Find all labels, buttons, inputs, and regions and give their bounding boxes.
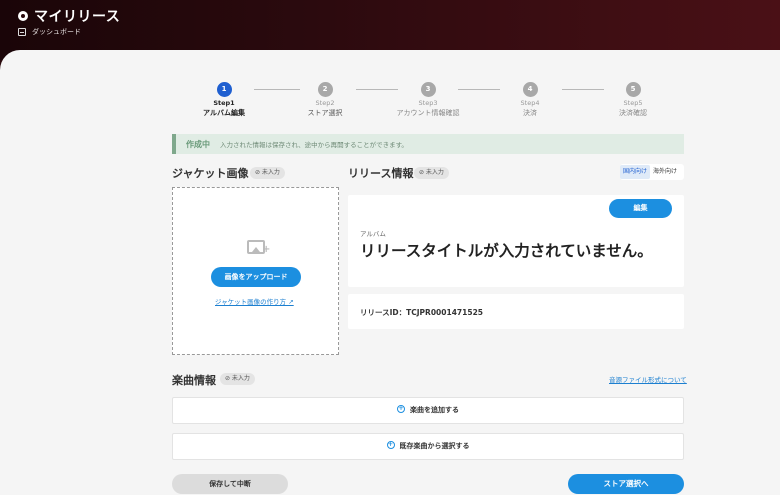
release-id-card: リリースID：TCJPR0001471525 bbox=[348, 294, 684, 329]
album-type-label: アルバム bbox=[360, 230, 386, 238]
step-number: 5 bbox=[625, 82, 641, 97]
toggle-overseas[interactable]: 海外向け bbox=[650, 165, 680, 179]
step-number: 3 bbox=[420, 82, 436, 97]
step-3: 3 Step3 アカウント情報確認 bbox=[393, 82, 463, 118]
jacket-section-title: ジャケット画像 bbox=[172, 167, 249, 180]
save-and-exit-button[interactable]: 保存して中断 bbox=[172, 474, 288, 494]
step-label: ストア選択 bbox=[307, 109, 343, 117]
page-title: マイリリース bbox=[34, 9, 121, 25]
step-number: 4 bbox=[522, 82, 538, 97]
draft-status-banner: 作成中 入力された情報は保存され、途中から再開することができます。 bbox=[172, 134, 684, 154]
tracks-status-badge: ⊘ 未入力 bbox=[220, 373, 255, 385]
step-connector bbox=[458, 89, 500, 90]
step-caption: Step4 bbox=[520, 99, 540, 107]
step-4: 4 Step4 決済 bbox=[495, 82, 565, 118]
dashboard-icon bbox=[18, 28, 26, 36]
edit-button[interactable]: 編集 bbox=[609, 199, 672, 218]
step-label: 決済 bbox=[523, 109, 537, 117]
region-toggle: 国内向け 海外向け bbox=[620, 164, 684, 180]
tracks-section-title: 楽曲情報 bbox=[172, 374, 216, 387]
release-id: リリースID：TCJPR0001471525 bbox=[360, 308, 484, 317]
logo-icon bbox=[18, 11, 28, 21]
step-caption: Step1 bbox=[213, 99, 235, 107]
step-connector bbox=[356, 89, 398, 90]
step-number: 2 bbox=[317, 82, 333, 97]
select-track-label: 既存楽曲から選択する bbox=[399, 442, 470, 450]
release-section-title: リリース情報 bbox=[348, 167, 414, 180]
step-caption: Step3 bbox=[418, 99, 438, 107]
status-badge: 作成中 bbox=[186, 139, 210, 149]
jacket-status-badge: ⊘ 未入力 bbox=[250, 167, 285, 179]
add-image-icon bbox=[247, 240, 270, 255]
album-title: リリースタイトルが入力されていません。 bbox=[360, 242, 653, 260]
app-brand: マイリリース bbox=[18, 6, 120, 26]
step-label: アルバム編集 bbox=[203, 109, 245, 117]
release-status-badge: ⊘ 未入力 bbox=[414, 167, 449, 179]
main-panel: 1 Step1 アルバム編集 2 Step2 ストア選択 3 Step3 アカウ… bbox=[0, 50, 780, 495]
step-number: 1 bbox=[216, 82, 232, 97]
step-label: アカウント情報確認 bbox=[396, 109, 460, 117]
step-label: 決済確認 bbox=[619, 109, 647, 117]
breadcrumb[interactable]: ダッシュボード bbox=[18, 27, 81, 37]
toggle-domestic[interactable]: 国内向け bbox=[620, 165, 651, 179]
plus-circle-icon: + bbox=[386, 441, 395, 449]
status-message: 入力された情報は保存され、途中から再開することができます。 bbox=[220, 141, 408, 149]
jacket-upload-dropzone[interactable]: 画像をアップロード ジャケット画像の作り方 ↗ bbox=[172, 187, 339, 355]
step-1: 1 Step1 アルバム編集 bbox=[189, 82, 259, 118]
release-info-card: 編集 アルバム リリースタイトルが入力されていません。 bbox=[348, 195, 684, 287]
step-caption: Step2 bbox=[315, 99, 335, 107]
plus-circle-icon: + bbox=[397, 405, 405, 413]
select-existing-track-button[interactable]: + 既存楽曲から選択する bbox=[172, 433, 684, 460]
step-caption: Step5 bbox=[623, 99, 643, 107]
upload-image-button[interactable]: 画像をアップロード bbox=[211, 267, 301, 287]
step-5: 5 Step5 決済確認 bbox=[598, 82, 668, 118]
progress-stepper: 1 Step1 アルバム編集 2 Step2 ストア選択 3 Step3 アカウ… bbox=[196, 82, 666, 132]
jacket-howto-link[interactable]: ジャケット画像の作り方 ↗ bbox=[215, 296, 294, 306]
add-track-label: 楽曲を追加する bbox=[410, 406, 459, 414]
step-2: 2 Step2 ストア選択 bbox=[290, 82, 360, 118]
audio-format-link[interactable]: 音源ファイル形式について bbox=[609, 374, 687, 384]
add-track-button[interactable]: + 楽曲を追加する bbox=[172, 397, 684, 424]
breadcrumb-dashboard[interactable]: ダッシュボード bbox=[32, 27, 81, 37]
next-store-select-button[interactable]: ストア選択へ bbox=[568, 474, 684, 494]
